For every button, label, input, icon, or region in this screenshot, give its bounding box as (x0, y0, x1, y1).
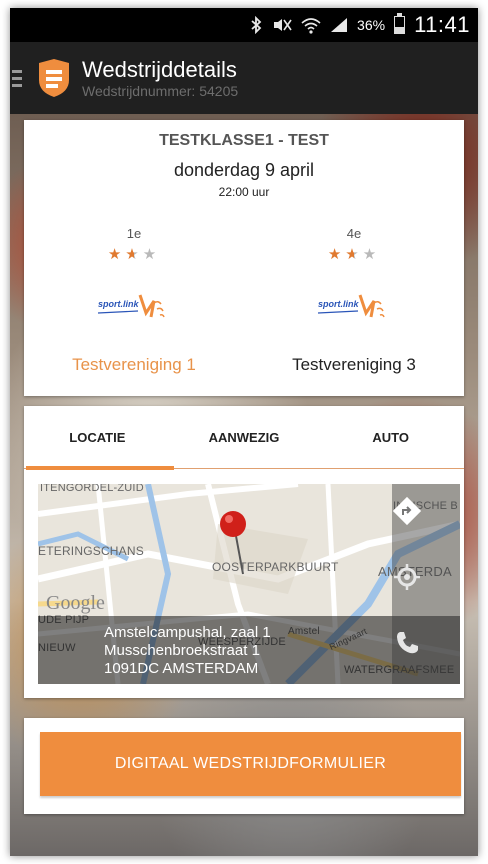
digital-match-form-button[interactable]: DIGITAAL WEDSTRIJDFORMULIER (40, 732, 461, 796)
phone-icon[interactable] (392, 628, 460, 674)
tab-locatie[interactable]: LOCATIE (24, 406, 171, 468)
mute-icon (272, 17, 292, 33)
action-bar: Wedstrijddetails Wedstrijdnummer: 54205 (10, 42, 478, 114)
star-icon: ★ (327, 246, 346, 263)
home-rank: 1e (126, 226, 142, 241)
bluetooth-icon (249, 16, 263, 34)
home-club-logo: sport.link (94, 291, 174, 325)
map-action-buttons (392, 484, 460, 684)
star-empty-icon: ★ (362, 246, 381, 263)
map-label: OOSTERPARKBUURT (212, 560, 339, 574)
venue-address: Amstelcampushal, zaal 1 Musschenbroekstr… (104, 624, 271, 678)
battery-icon (394, 13, 406, 34)
venue-name: Amstelcampushal, zaal 1 (104, 624, 271, 641)
tab-aanwezig[interactable]: AANWEZIG (171, 406, 318, 468)
match-time: 22:00 uur (218, 185, 270, 199)
directions-icon[interactable] (392, 496, 460, 542)
battery-percentage: 36% (357, 17, 386, 33)
menu-icon[interactable] (12, 69, 22, 87)
home-team-name[interactable]: Testvereniging 1 (24, 355, 244, 375)
league-name: TESTKLASSE1 - TEST (159, 132, 329, 149)
away-club-logo: sport.link (314, 291, 394, 325)
star-half-icon: ★ (125, 246, 143, 263)
home-rating-stars: ★★★ (24, 245, 244, 263)
map-label: ETERINGSCHANS (38, 544, 144, 558)
away-team-name[interactable]: Testvereniging 3 (244, 355, 464, 375)
match-card: TESTKLASSE1 - TEST donderdag 9 april 22:… (24, 120, 464, 396)
star-empty-icon: ★ (142, 246, 161, 263)
wifi-icon (301, 16, 321, 34)
status-bar: 36% 11:41 (10, 8, 478, 42)
google-logo: Google (46, 592, 105, 614)
venue-city: 1091DC AMSTERDAM (104, 660, 259, 677)
clock: 11:41 (414, 12, 470, 37)
details-tabs-card: LOCATIE AANWEZIG AUTO ITENGORDEL-ZUID IN… (24, 406, 464, 698)
locate-icon[interactable] (392, 562, 460, 608)
tab-auto[interactable]: AUTO (317, 406, 464, 468)
page-title: Wedstrijddetails (82, 57, 237, 82)
home-team[interactable]: 1e ★★★ sport.link Testvereniging 1 (24, 226, 244, 375)
away-team[interactable]: 4e ★★★ sport.link Testvereniging 3 (244, 226, 464, 375)
device-screen: 36% 11:41 Wedstrijddetails Wedstrijdnumm… (10, 8, 478, 856)
tab-bar: LOCATIE AANWEZIG AUTO (24, 406, 464, 470)
away-rating-stars: ★★★ (244, 245, 464, 263)
star-half-icon: ★ (345, 246, 363, 263)
match-number: Wedstrijdnummer: 54205 (82, 83, 239, 99)
signal-icon (330, 17, 348, 33)
star-icon: ★ (107, 246, 126, 263)
location-map[interactable]: ITENGORDEL-ZUID INDISCHE B ETERINGSCHANS… (38, 484, 460, 684)
active-tab-indicator (26, 466, 174, 470)
away-rank: 4e (346, 226, 362, 241)
app-logo[interactable] (36, 58, 72, 98)
map-label: ITENGORDEL-ZUID (40, 484, 144, 494)
match-date: donderdag 9 april (173, 160, 315, 180)
form-card: DIGITAAL WEDSTRIJDFORMULIER (24, 718, 464, 814)
venue-street: Musschenbroekstraat 1 (104, 642, 260, 659)
